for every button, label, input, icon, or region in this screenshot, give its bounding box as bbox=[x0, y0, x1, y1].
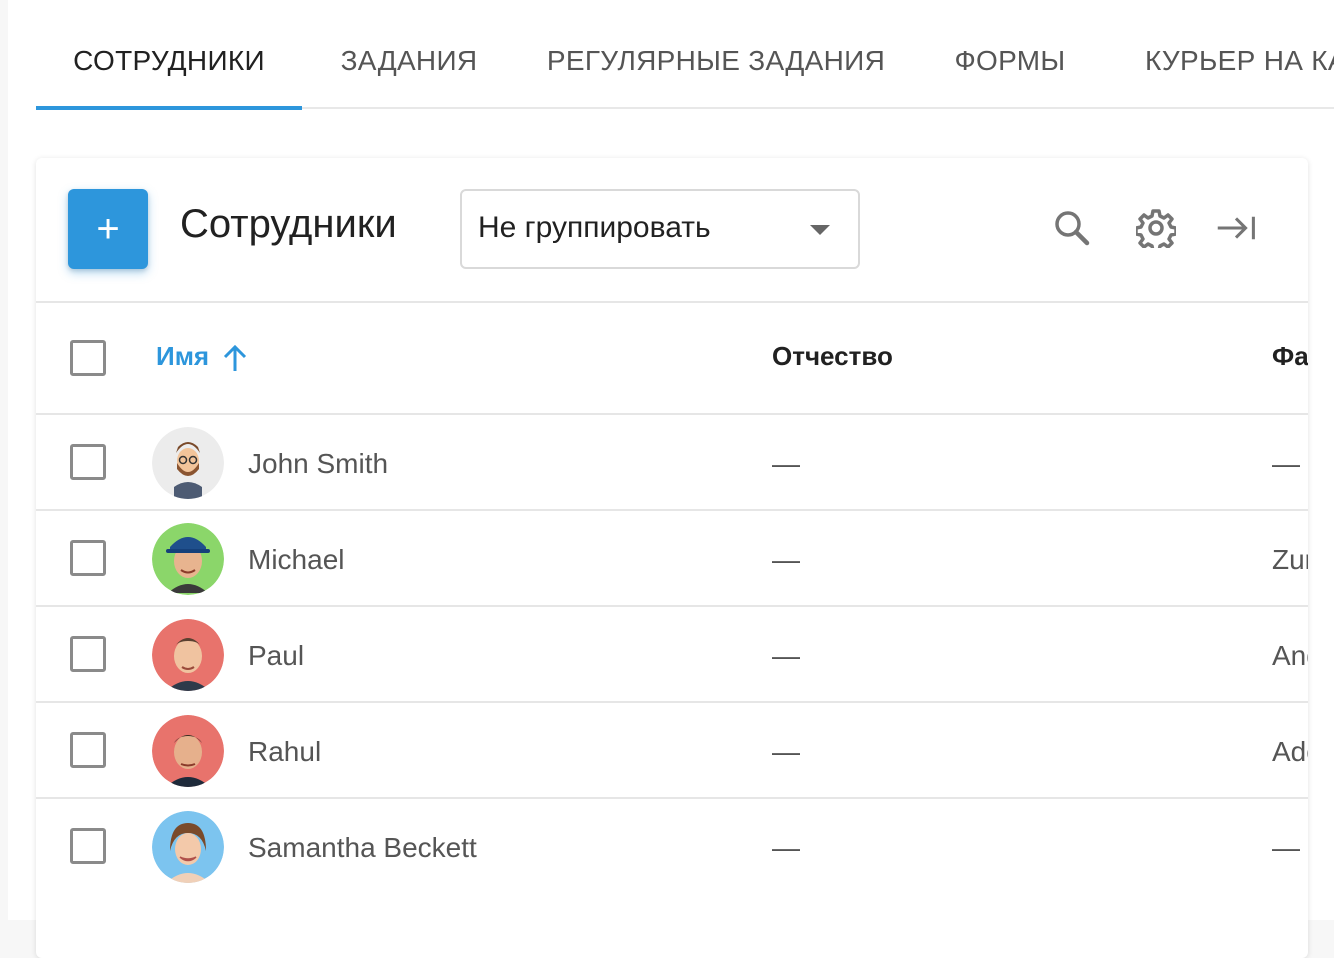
row-checkbox[interactable] bbox=[70, 828, 106, 864]
employee-name: John Smith bbox=[248, 448, 389, 479]
avatar bbox=[152, 811, 224, 883]
group-by-value: Не группировать bbox=[478, 211, 711, 244]
avatar bbox=[152, 715, 224, 787]
employees-card: + Сотрудники Не группировать Имя Отчеств… bbox=[36, 158, 1308, 958]
tab-bar: СОТРУДНИКИ ЗАДАНИЯ РЕГУЛЯРНЫЕ ЗАДАНИЯ ФО… bbox=[36, 0, 1334, 110]
table-row[interactable]: Samantha Beckett — — bbox=[36, 799, 1308, 895]
avatar bbox=[152, 427, 224, 499]
row-checkbox[interactable] bbox=[70, 636, 106, 672]
tab-courier[interactable]: КУРЬЕР НА КА bbox=[1126, 0, 1334, 108]
table-row[interactable]: Paul — And bbox=[36, 607, 1308, 703]
employee-name: Samantha Beckett bbox=[248, 832, 477, 863]
column-header-name[interactable]: Имя bbox=[156, 341, 209, 372]
avatar bbox=[152, 523, 224, 595]
tab-employees[interactable]: СОТРУДНИКИ bbox=[36, 0, 302, 108]
add-employee-button[interactable]: + bbox=[68, 189, 148, 269]
gear-icon[interactable] bbox=[1136, 208, 1176, 248]
employee-patronymic: — bbox=[772, 448, 800, 479]
column-header-surname[interactable]: Фа bbox=[1272, 341, 1308, 372]
employee-surname: Zur bbox=[1272, 544, 1308, 575]
tab-recurring-tasks[interactable]: РЕГУЛЯРНЫЕ ЗАДАНИЯ bbox=[542, 0, 890, 108]
employee-surname: — bbox=[1272, 448, 1300, 479]
column-header-patronymic[interactable]: Отчество bbox=[772, 341, 893, 372]
table-header: Имя Отчество Фа bbox=[36, 303, 1308, 415]
tab-tasks[interactable]: ЗАДАНИЯ bbox=[322, 0, 496, 108]
employee-patronymic: — bbox=[772, 640, 800, 671]
employee-name: Paul bbox=[248, 640, 305, 671]
employee-surname: Ado bbox=[1272, 736, 1308, 767]
table-row[interactable]: John Smith — — bbox=[36, 415, 1308, 511]
employee-patronymic: — bbox=[772, 832, 800, 863]
employee-name: Michael bbox=[248, 544, 345, 575]
select-all-checkbox[interactable] bbox=[70, 340, 106, 376]
group-by-select[interactable]: Не группировать bbox=[460, 189, 860, 269]
employee-name: Rahul bbox=[248, 736, 322, 767]
collapse-right-icon[interactable] bbox=[1216, 208, 1256, 248]
chevron-down-icon bbox=[810, 225, 830, 235]
employee-surname: — bbox=[1272, 832, 1300, 863]
row-checkbox[interactable] bbox=[70, 444, 106, 480]
table-row[interactable]: Michael — Zur bbox=[36, 511, 1308, 607]
employee-patronymic: — bbox=[772, 544, 800, 575]
row-checkbox[interactable] bbox=[70, 540, 106, 576]
search-icon[interactable] bbox=[1052, 208, 1092, 248]
active-tab-indicator bbox=[36, 106, 302, 110]
employee-patronymic: — bbox=[772, 736, 800, 767]
avatar bbox=[152, 619, 224, 691]
row-checkbox[interactable] bbox=[70, 732, 106, 768]
table-row[interactable]: Rahul — Ado bbox=[36, 703, 1308, 799]
card-toolbar: + Сотрудники Не группировать bbox=[36, 158, 1308, 303]
arrow-up-icon[interactable] bbox=[222, 343, 248, 373]
card-title: Сотрудники bbox=[180, 202, 397, 246]
employee-surname: And bbox=[1272, 640, 1308, 671]
tab-forms[interactable]: ФОРМЫ bbox=[940, 0, 1080, 108]
